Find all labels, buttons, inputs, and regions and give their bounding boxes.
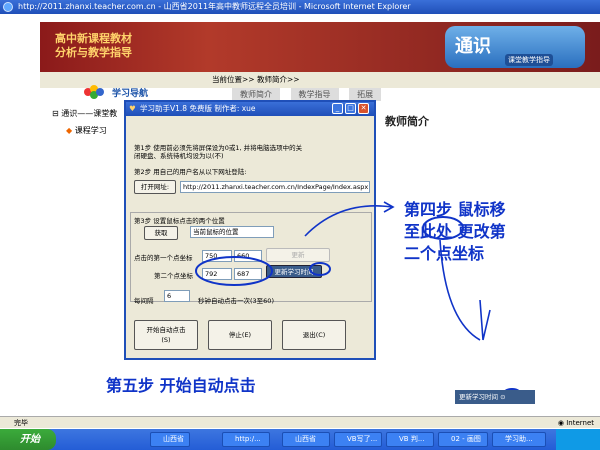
taskbar-item[interactable]: http:/... — [222, 432, 270, 447]
taskbar-item[interactable]: VB 判... — [386, 432, 434, 447]
annotation-step4-line1: 第四步 鼠标移 — [404, 200, 506, 219]
taskbar-item[interactable]: VB写了... — [334, 432, 382, 447]
status-zone-label: Internet — [566, 419, 594, 427]
status-zone: ◉ Internet — [558, 417, 594, 429]
annotation-arrow-line — [304, 205, 393, 237]
annotation-step4-part-b: 此处 — [420, 222, 453, 241]
annotation-step4-part-c: 更改第 — [452, 222, 506, 241]
annotation-step4-line2: 至此处 更改第 — [404, 218, 506, 242]
annotation-step4-line3: 二个点坐标 — [404, 244, 485, 263]
globe-icon: ◉ — [557, 419, 564, 427]
annotation-overlay — [195, 201, 523, 404]
start-button[interactable]: 开始 — [0, 429, 56, 450]
status-text: 完毕 — [14, 419, 28, 427]
annotation-circle-button — [309, 262, 331, 276]
annotation-circle-coords — [195, 256, 273, 286]
taskbar-item[interactable]: 山西省 — [150, 432, 190, 447]
annotation-step5: 第五步 开始自动点击 — [106, 376, 256, 395]
system-tray — [556, 429, 600, 450]
taskbar-item[interactable]: 山西省 — [282, 432, 330, 447]
popup-label: 更新学习时间 — [459, 393, 498, 401]
popup-icon: ⊙ — [500, 393, 506, 401]
update-time-popup[interactable]: 更新学习时间 ⊙ — [455, 390, 535, 404]
annotation-step4-part-a: 至 — [404, 222, 421, 241]
taskbar-item[interactable]: 学习助... — [492, 432, 546, 447]
arrowhead-icon-2 — [479, 299, 491, 341]
status-bar: 完毕 ◉ Internet — [0, 416, 600, 428]
taskbar-item[interactable]: 02 - 画图 — [438, 432, 488, 447]
start-label: 开始 — [20, 434, 40, 445]
